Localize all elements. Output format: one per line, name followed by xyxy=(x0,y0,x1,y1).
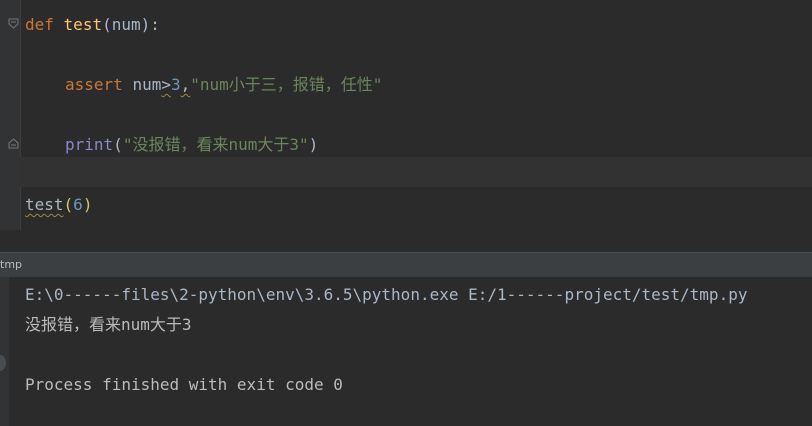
close-paren: ) xyxy=(308,135,319,154)
open-paren: ( xyxy=(113,135,123,154)
fold-close-icon[interactable] xyxy=(8,138,19,149)
keyword-assert: assert xyxy=(65,75,123,94)
close-paren: ) xyxy=(82,195,93,214)
colon: : xyxy=(150,15,160,34)
console-marker-icon xyxy=(0,353,7,373)
console-exit-line: Process finished with exit code 0 xyxy=(25,375,343,394)
open-paren: ( xyxy=(102,15,112,34)
console-gutter xyxy=(0,277,9,426)
code-line-def[interactable]: def test(num): xyxy=(25,13,160,37)
console-command-line: E:\0------files\2-python\env\3.6.5\pytho… xyxy=(25,285,748,304)
close-paren: ) xyxy=(140,15,151,34)
comparison-operator: > xyxy=(161,75,171,94)
editor-gutter[interactable] xyxy=(0,0,21,230)
comma: , xyxy=(180,75,191,94)
string-literal: "没报错，看来num大于3" xyxy=(122,135,309,154)
code-editor[interactable]: def test(num): assert num>3,"num小于三，报错，任… xyxy=(0,0,812,230)
function-call: test xyxy=(25,195,64,214)
number-literal: 3 xyxy=(170,75,181,94)
function-name: test xyxy=(63,15,103,34)
run-tab-label[interactable]: tmp xyxy=(0,257,22,273)
code-line-assert[interactable]: assert num>3,"num小于三，报错，任性" xyxy=(65,73,382,97)
current-line-highlight xyxy=(20,157,812,187)
number-literal: 6 xyxy=(73,195,83,214)
code-line-call[interactable]: test(6) xyxy=(25,193,92,217)
open-paren: ( xyxy=(63,195,74,214)
string-literal: "num小于三，报错，任性" xyxy=(190,75,383,94)
console-output-line: 没报错，看来num大于3 xyxy=(25,315,192,334)
editor-divider xyxy=(0,230,812,252)
run-console[interactable]: E:\0------files\2-python\env\3.6.5\pytho… xyxy=(0,277,812,426)
run-panel-header[interactable]: tmp xyxy=(0,252,812,278)
fold-open-icon[interactable] xyxy=(8,18,19,29)
param: num xyxy=(111,15,141,34)
builtin-print: print xyxy=(65,135,114,154)
variable: num xyxy=(132,75,162,94)
keyword-def: def xyxy=(25,15,54,34)
code-line-print[interactable]: print("没报错，看来num大于3") xyxy=(65,133,318,157)
